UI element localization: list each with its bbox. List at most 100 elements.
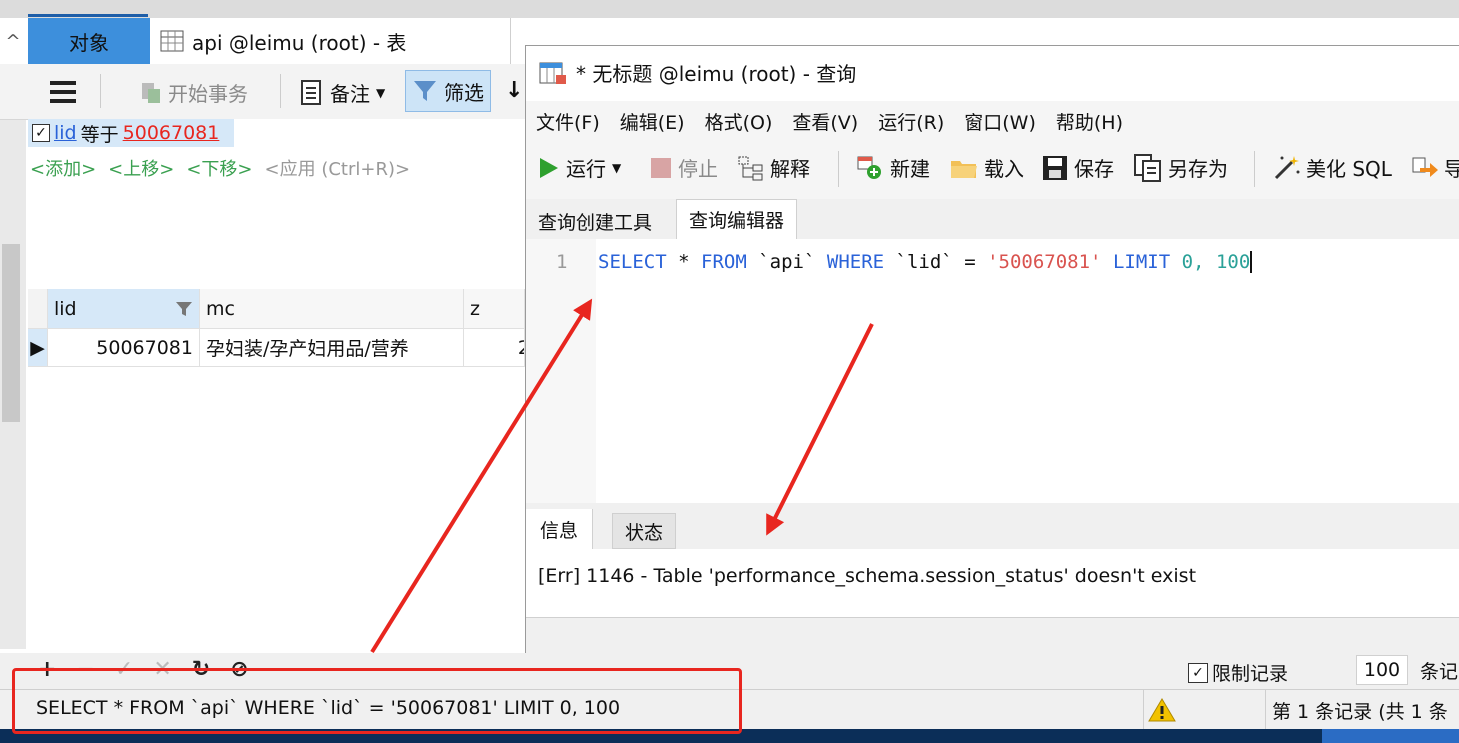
- collapse-up-icon[interactable]: ^: [0, 18, 26, 64]
- tab-info[interactable]: 信息: [526, 509, 594, 549]
- limit-records-checkbox[interactable]: ✓: [1188, 662, 1208, 683]
- sql-string-value: '50067081': [987, 251, 1102, 273]
- query-toolbar: 运行 ▼ 停止 解释 新建 载入 保存 另存为 美化 SQL 导: [526, 139, 1459, 199]
- menu-file[interactable]: 文件(F): [536, 108, 600, 135]
- menu-icon[interactable]: [50, 81, 76, 107]
- filter-move-up-link[interactable]: <上移>: [108, 155, 174, 181]
- menu-view[interactable]: 查看(V): [792, 108, 858, 135]
- tab-objects[interactable]: 对象: [28, 18, 150, 64]
- query-table-icon: [539, 62, 566, 84]
- query-tabs: 查询创建工具 查询编辑器: [526, 199, 1459, 240]
- sql-line: SELECT * FROM `api` WHERE `lid` = '50067…: [598, 251, 1253, 273]
- column-header-mc[interactable]: mc: [200, 289, 464, 329]
- run-dropdown-arrow-icon[interactable]: ▼: [612, 161, 621, 175]
- filter-move-down-link[interactable]: <下移>: [186, 155, 252, 181]
- save-label: 保存: [1074, 157, 1114, 181]
- new-query-icon: [857, 156, 881, 179]
- dropdown-arrow-icon: ▼: [376, 85, 386, 100]
- stop-label: 停止: [678, 157, 718, 181]
- save-icon: [1043, 155, 1067, 180]
- cell-value: 孕妇装/孕产妇用品/营养: [206, 338, 409, 360]
- table-cell-lid[interactable]: 50067081: [48, 329, 200, 367]
- table-toolbar: 开始事务 备注 ▼ 筛选 ↓: [0, 64, 525, 120]
- run-button[interactable]: 运行 ▼: [538, 153, 621, 182]
- sql-operator: =: [964, 251, 976, 273]
- sql-limit-offset: 0,: [1181, 251, 1205, 273]
- filter-actions: <添加> <上移> <下移> <应用 (Ctrl+R)>: [30, 155, 410, 181]
- column-header-z[interactable]: z: [464, 289, 525, 329]
- vertical-scrollbar[interactable]: [2, 244, 20, 422]
- note-button[interactable]: 备注 ▼: [300, 78, 385, 107]
- warning-icon[interactable]: [1148, 698, 1176, 722]
- export-button[interactable]: 导: [1412, 153, 1459, 182]
- status-divider: [1143, 690, 1144, 730]
- tab-api-table[interactable]: api @leimu (root) - 表: [152, 18, 511, 64]
- tab-status[interactable]: 状态: [612, 513, 677, 549]
- load-label: 载入: [984, 157, 1024, 181]
- sql-editor[interactable]: 1 SELECT * FROM `api` WHERE `lid` = '500…: [526, 239, 1459, 503]
- menu-help[interactable]: 帮助(H): [1056, 108, 1123, 135]
- menu-run[interactable]: 运行(R): [878, 108, 944, 135]
- save-as-button[interactable]: 另存为: [1134, 153, 1228, 182]
- filter-apply-link[interactable]: <应用 (Ctrl+R)>: [265, 155, 411, 181]
- tab-label: 查询编辑器: [689, 210, 785, 232]
- tab-query-editor[interactable]: 查询编辑器: [676, 199, 798, 239]
- beautify-sql-label: 美化 SQL: [1306, 157, 1392, 181]
- text-cursor: [1250, 251, 1253, 273]
- menu-window[interactable]: 窗口(W): [964, 108, 1036, 135]
- limit-records-value: 100: [1363, 659, 1401, 681]
- stop-icon: [651, 157, 671, 178]
- limit-records-option[interactable]: ✓ 限制记录: [1188, 659, 1288, 686]
- result-tabs: 信息 状态: [526, 503, 1459, 550]
- save-button[interactable]: 保存: [1042, 153, 1114, 182]
- transaction-icon: [142, 82, 160, 103]
- sql-keyword-from: FROM: [701, 251, 747, 273]
- column-header-lid[interactable]: lid: [48, 289, 200, 329]
- filter-enable-checkbox[interactable]: ✓: [32, 124, 50, 142]
- tab-query-builder[interactable]: 查询创建工具: [526, 203, 664, 239]
- status-divider: [1265, 690, 1266, 730]
- begin-transaction-label: 开始事务: [168, 82, 248, 106]
- begin-transaction-button[interactable]: 开始事务: [138, 78, 248, 107]
- limit-records-input[interactable]: 100: [1356, 655, 1408, 685]
- current-row-indicator-icon[interactable]: ▶: [28, 329, 48, 367]
- column-filter-icon[interactable]: [175, 300, 193, 318]
- filter-field-link[interactable]: lid: [54, 122, 77, 144]
- new-query-button[interactable]: 新建: [856, 153, 930, 182]
- filter-add-link[interactable]: <添加>: [30, 155, 96, 181]
- filter-button[interactable]: 筛选: [405, 70, 491, 112]
- sql-keyword-limit: LIMIT: [1112, 251, 1171, 273]
- toolbar-divider: [100, 74, 101, 108]
- sql-limit-count: 100: [1215, 251, 1251, 273]
- column-header-label: mc: [206, 297, 235, 320]
- filter-value-link[interactable]: 50067081: [123, 122, 220, 144]
- folder-icon: [951, 160, 977, 178]
- message-panel: [Err] 1146 - Table 'performance_schema.s…: [526, 549, 1459, 617]
- new-query-label: 新建: [890, 157, 930, 181]
- save-as-label: 另存为: [1168, 157, 1228, 181]
- table-cell-mc[interactable]: 孕妇装/孕产妇用品/营养: [200, 329, 464, 367]
- menu-edit[interactable]: 编辑(E): [620, 108, 685, 135]
- filter-operator[interactable]: 等于: [81, 120, 119, 147]
- toolbar-divider: [1254, 151, 1255, 187]
- sort-icon[interactable]: ↓: [505, 78, 523, 103]
- query-window-footer: [526, 617, 1459, 655]
- table-cell-z[interactable]: 2: [464, 329, 525, 367]
- beautify-sql-button[interactable]: 美化 SQL: [1272, 153, 1392, 182]
- row-header-corner: [28, 289, 48, 329]
- sql-keyword-select: SELECT: [598, 251, 667, 273]
- filter-icon: [414, 81, 436, 101]
- note-label: 备注: [330, 82, 370, 106]
- filter-condition: ✓ lid 等于 50067081: [28, 119, 234, 147]
- stop-button[interactable]: 停止: [650, 153, 718, 182]
- load-button[interactable]: 载入: [950, 153, 1024, 182]
- limit-records-label: 限制记录: [1212, 663, 1289, 685]
- cell-value: 50067081: [96, 336, 193, 359]
- left-gutter: [0, 119, 26, 649]
- line-gutter: 1: [526, 239, 596, 503]
- tab-api-table-label: api @leimu (root) - 表: [192, 30, 407, 55]
- menu-format[interactable]: 格式(O): [705, 108, 773, 135]
- explain-button[interactable]: 解释: [738, 153, 810, 182]
- table-icon: [160, 30, 184, 52]
- run-label: 运行: [566, 157, 606, 181]
